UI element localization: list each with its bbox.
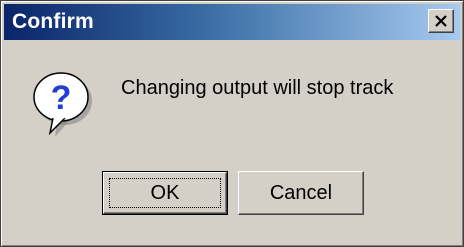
close-icon — [435, 15, 447, 27]
cancel-button-label: Cancel — [269, 181, 333, 204]
question-glyph: ? — [51, 79, 72, 117]
close-button[interactable] — [428, 9, 454, 33]
question-icon: ? — [23, 63, 99, 139]
dialog-message: Changing output will stop track — [121, 77, 394, 99]
ok-button[interactable]: OK — [102, 171, 228, 215]
cancel-button[interactable]: Cancel — [238, 171, 364, 215]
title-bar[interactable]: Confirm — [4, 4, 460, 40]
dialog-title: Confirm — [12, 10, 94, 33]
ok-button-label: OK — [150, 181, 180, 204]
confirm-dialog: Confirm ? Changing output will stop trac… — [0, 0, 464, 247]
